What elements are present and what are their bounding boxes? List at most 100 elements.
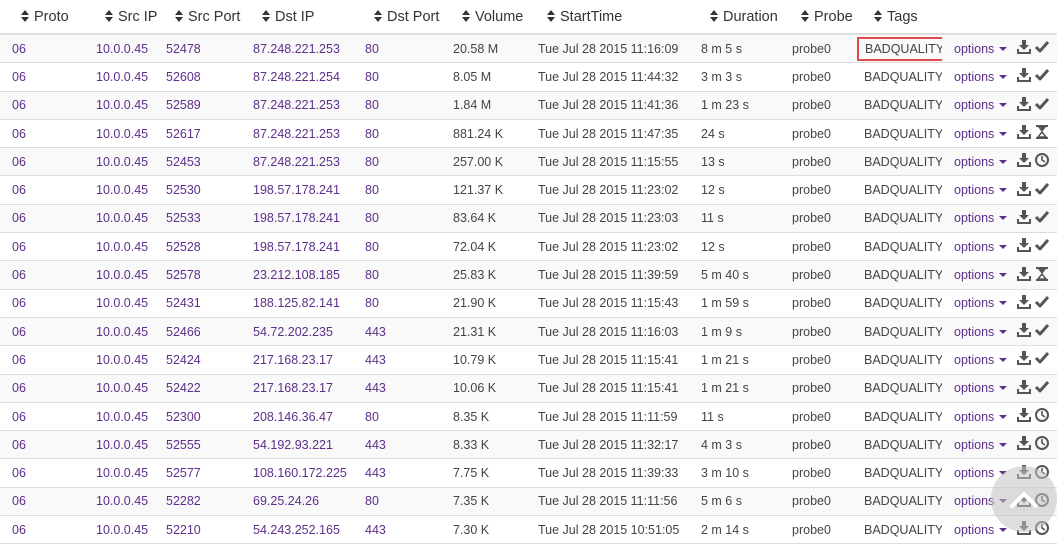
download-icon[interactable] (1016, 67, 1032, 83)
options-dropdown[interactable]: options (954, 70, 1008, 84)
column-header-tags[interactable]: Tags (853, 0, 942, 35)
options-dropdown[interactable]: options (954, 211, 1008, 225)
options-dropdown[interactable]: options (954, 155, 1008, 169)
cell-proto[interactable]: 06 (0, 34, 84, 64)
column-header-dst-ip[interactable]: Dst IP (241, 0, 353, 35)
cell-src-ip[interactable]: 10.0.0.45 (84, 34, 154, 64)
sort-icon[interactable] (102, 9, 116, 25)
cell-src-ip[interactable]: 10.0.0.45 (84, 91, 154, 120)
cell-src-port[interactable]: 52577 (154, 458, 241, 488)
sort-icon[interactable] (544, 9, 558, 25)
cell-dst-ip[interactable]: 198.57.178.241 (241, 175, 353, 205)
cell-src-ip[interactable]: 10.0.0.45 (84, 232, 154, 262)
cell-proto[interactable]: 06 (0, 175, 84, 205)
table-row[interactable]: 06 10.0.0.45 52608 87.248.221.254 80 8.05 M Tu… (0, 62, 1057, 92)
cell-dst-port[interactable]: 80 (353, 204, 441, 234)
cell-proto[interactable]: 06 (0, 487, 84, 517)
cell-dst-ip[interactable]: 198.57.178.241 (241, 232, 353, 262)
cell-src-port[interactable]: 52466 (154, 317, 241, 347)
options-dropdown[interactable]: options (954, 268, 1008, 282)
cell-src-ip[interactable]: 10.0.0.45 (84, 515, 154, 545)
cell-src-port[interactable]: 52555 (154, 430, 241, 460)
table-row[interactable]: 06 10.0.0.45 52530 198.57.178.241 80 121.37 K… (0, 175, 1057, 205)
options-dropdown[interactable]: options (954, 98, 1008, 112)
options-dropdown[interactable]: options (954, 381, 1008, 395)
cell-dst-port[interactable]: 443 (353, 430, 441, 460)
cell-src-port[interactable]: 52528 (154, 232, 241, 262)
cell-dst-port[interactable]: 80 (353, 175, 441, 205)
table-row[interactable]: 06 10.0.0.45 52424 217.168.23.17 443 10.79 KT… (0, 345, 1057, 375)
cell-src-ip[interactable]: 10.0.0.45 (84, 458, 154, 488)
download-icon[interactable] (1016, 39, 1032, 55)
download-icon[interactable] (1016, 152, 1032, 168)
column-header-start-time[interactable]: StartTime (526, 0, 689, 35)
sort-icon[interactable] (871, 9, 885, 25)
cell-src-ip[interactable]: 10.0.0.45 (84, 430, 154, 460)
cell-dst-ip[interactable]: 87.248.221.253 (241, 91, 353, 120)
options-dropdown[interactable]: options (954, 325, 1008, 339)
download-icon[interactable] (1016, 181, 1032, 197)
cell-dst-port[interactable]: 443 (353, 317, 441, 347)
cell-proto[interactable]: 06 (0, 232, 84, 262)
options-dropdown[interactable]: options (954, 296, 1008, 310)
cell-dst-port[interactable]: 80 (353, 34, 441, 64)
cell-dst-port[interactable]: 80 (353, 487, 441, 517)
table-row[interactable]: 06 10.0.0.45 52577 108.160.172.225 443 7.75 K… (0, 458, 1057, 488)
options-dropdown[interactable]: options (954, 353, 1008, 367)
download-icon[interactable] (1016, 407, 1032, 423)
cell-dst-ip[interactable]: 54.72.202.235 (241, 317, 353, 347)
table-row[interactable]: 06 10.0.0.45 52528 198.57.178.241 80 72.04 KT… (0, 232, 1057, 262)
download-icon[interactable] (1016, 96, 1032, 112)
cell-src-port[interactable]: 52478 (154, 34, 241, 64)
cell-dst-ip[interactable]: 54.243.252.165 (241, 515, 353, 545)
cell-proto[interactable]: 06 (0, 204, 84, 234)
table-row[interactable]: 06 10.0.0.45 52533 198.57.178.241 80 83.64 KT… (0, 204, 1057, 234)
download-icon[interactable] (1016, 435, 1032, 451)
cell-src-port[interactable]: 52422 (154, 374, 241, 403)
cell-dst-port[interactable]: 80 (353, 402, 441, 432)
cell-proto[interactable]: 06 (0, 458, 84, 488)
download-icon[interactable] (1016, 266, 1032, 282)
cell-proto[interactable]: 06 (0, 147, 84, 177)
cell-dst-ip[interactable]: 188.125.82.141 (241, 289, 353, 318)
table-row[interactable]: 06 10.0.0.45 52466 54.72.202.235 443 21.31 KT… (0, 317, 1057, 347)
cell-dst-ip[interactable]: 108.160.172.225 (241, 458, 353, 488)
cell-src-port[interactable]: 52530 (154, 175, 241, 205)
options-dropdown[interactable]: options (954, 183, 1008, 197)
cell-proto[interactable]: 06 (0, 91, 84, 120)
cell-src-port[interactable]: 52453 (154, 147, 241, 177)
column-header-src-port[interactable]: Src Port (154, 0, 241, 35)
cell-dst-ip[interactable]: 87.248.221.253 (241, 119, 353, 149)
cell-src-port[interactable]: 52617 (154, 119, 241, 149)
cell-dst-port[interactable]: 80 (353, 91, 441, 120)
cell-src-ip[interactable]: 10.0.0.45 (84, 147, 154, 177)
cell-dst-port[interactable]: 80 (353, 260, 441, 290)
cell-proto[interactable]: 06 (0, 317, 84, 347)
cell-src-port[interactable]: 52589 (154, 91, 241, 120)
options-dropdown[interactable]: options (954, 127, 1008, 141)
cell-proto[interactable]: 06 (0, 289, 84, 318)
cell-dst-port[interactable]: 443 (353, 515, 441, 545)
cell-src-ip[interactable]: 10.0.0.45 (84, 260, 154, 290)
cell-dst-port[interactable]: 80 (353, 232, 441, 262)
cell-src-ip[interactable]: 10.0.0.45 (84, 345, 154, 375)
cell-src-ip[interactable]: 10.0.0.45 (84, 374, 154, 403)
cell-proto[interactable]: 06 (0, 515, 84, 545)
column-header-proto[interactable]: Proto (0, 0, 84, 35)
table-row[interactable]: 06 10.0.0.45 52453 87.248.221.253 80 257.00 K… (0, 147, 1057, 177)
download-icon[interactable] (1016, 294, 1032, 310)
table-row[interactable]: 06 10.0.0.45 52282 69.25.24.26 80 7.35 K Tue J… (0, 487, 1057, 517)
column-header-src-ip[interactable]: Src IP (84, 0, 157, 35)
table-row[interactable]: 06 10.0.0.45 52300 208.146.36.47 80 8.35 K Tue… (0, 402, 1057, 432)
sort-icon[interactable] (798, 9, 812, 25)
table-row[interactable]: 06 10.0.0.45 52431 188.125.82.141 80 21.90 KT… (0, 289, 1057, 318)
options-dropdown[interactable]: options (954, 240, 1008, 254)
cell-src-ip[interactable]: 10.0.0.45 (84, 204, 154, 234)
sort-icon[interactable] (459, 9, 473, 25)
cell-proto[interactable]: 06 (0, 430, 84, 460)
cell-src-port[interactable]: 52431 (154, 289, 241, 318)
cell-src-port[interactable]: 52533 (154, 204, 241, 234)
cell-src-port[interactable]: 52300 (154, 402, 241, 432)
table-row[interactable]: 06 10.0.0.45 52617 87.248.221.253 80 881.24 K… (0, 119, 1057, 149)
cell-src-ip[interactable]: 10.0.0.45 (84, 317, 154, 347)
